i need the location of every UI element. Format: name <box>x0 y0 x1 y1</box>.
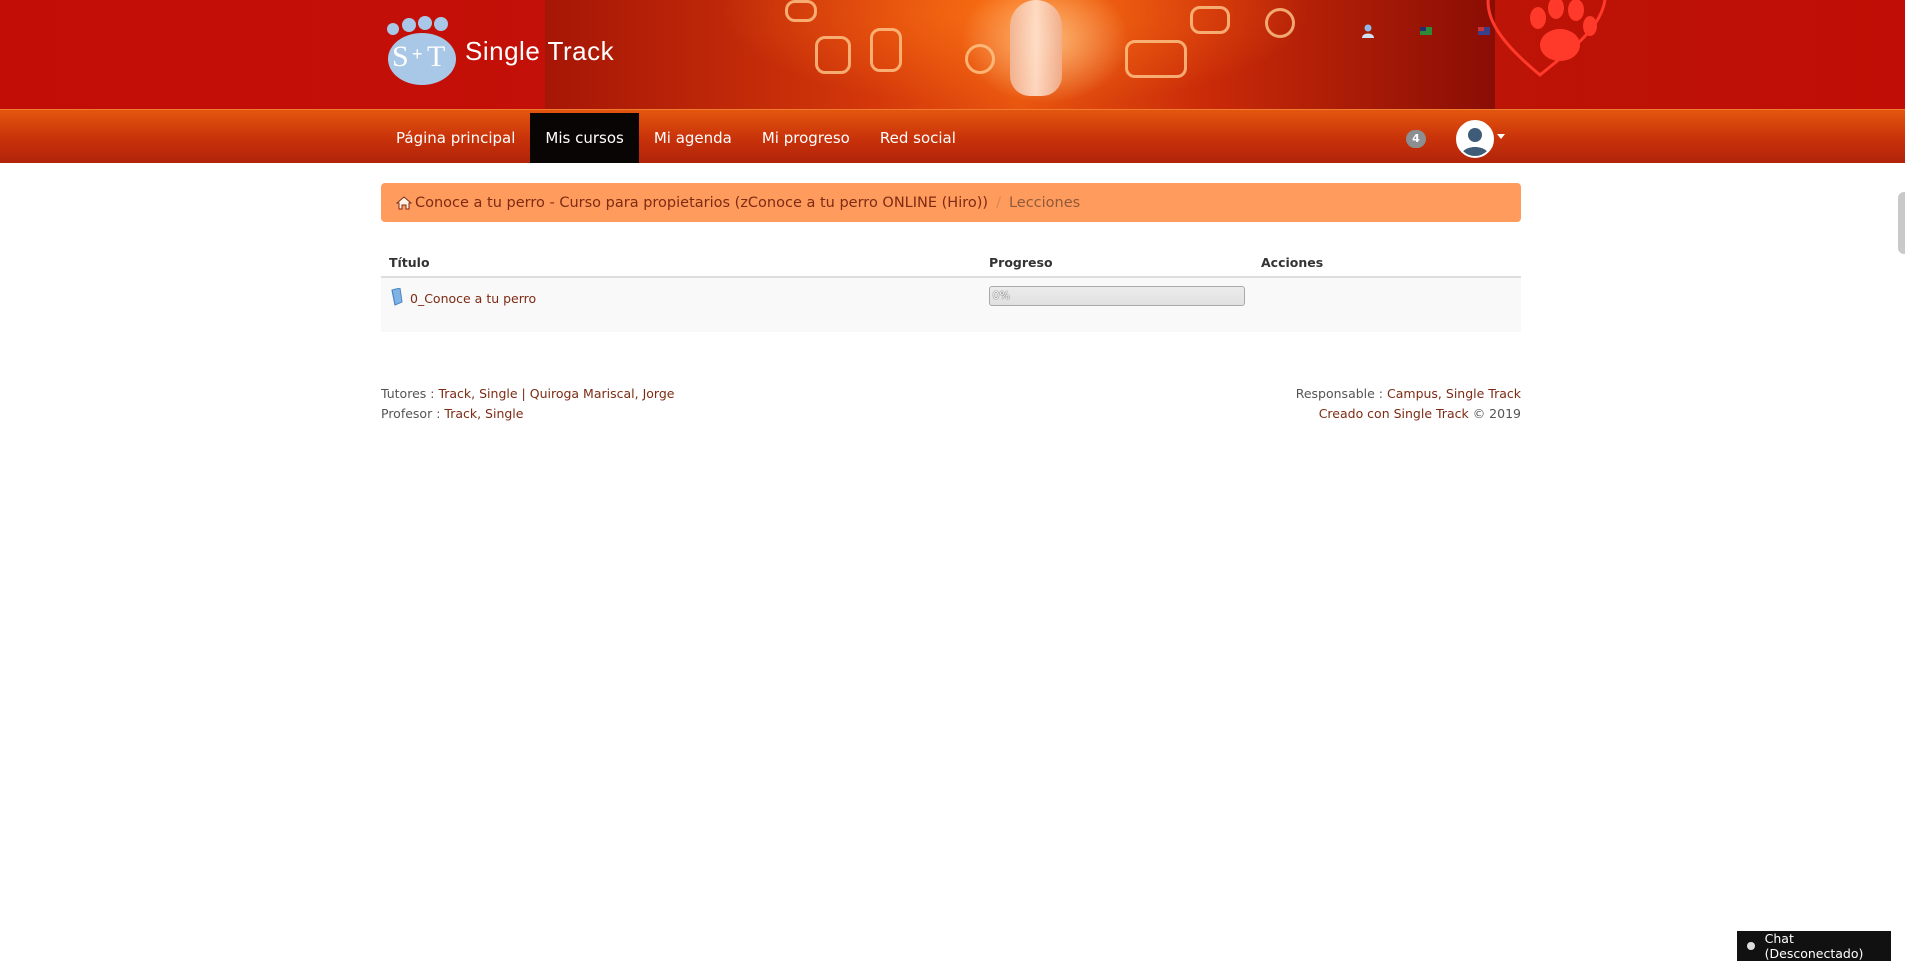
credits-line: Creado con Single Track © 2019 <box>1296 404 1521 424</box>
column-header-actions: Acciones <box>1261 254 1324 270</box>
table-header: Título Progreso Acciones <box>381 248 1521 278</box>
nav-item-agenda[interactable]: Mi agenda <box>639 113 747 163</box>
progress-bar: 0% <box>989 286 1246 306</box>
table-row: 0_Conoce a tu perro 0% <box>381 278 1521 332</box>
user-avatar[interactable] <box>1456 120 1494 158</box>
nav-item-my-courses[interactable]: Mis cursos <box>530 113 639 163</box>
status-dot-icon <box>1747 942 1755 950</box>
tutor-link[interactable]: Quiroga Mariscal, Jorge <box>530 386 675 401</box>
notification-badge[interactable]: 4 <box>1406 130 1426 148</box>
teacher-link[interactable]: Track, Single <box>444 406 523 421</box>
nav-item-home[interactable]: Página principal <box>381 113 530 163</box>
user-icon[interactable] <box>1360 24 1376 38</box>
chat-label: Chat (Desconectado) <box>1764 931 1864 961</box>
lessons-table: Título Progreso Acciones 0_Conoce a tu p… <box>381 248 1521 332</box>
nav-item-social[interactable]: Red social <box>865 113 971 163</box>
lesson-link[interactable]: 0_Conoce a tu perro <box>410 291 536 306</box>
credits-link[interactable]: Creado con Single Track <box>1319 406 1469 421</box>
header-icon-group <box>1360 24 1492 38</box>
flag-icon[interactable] <box>1418 24 1434 38</box>
tutors-label: Tutores : <box>381 386 435 401</box>
tutors-line: Tutores : Track, Single | Quiroga Marisc… <box>381 384 674 404</box>
lesson-icon <box>391 288 403 306</box>
svg-text:T: T <box>427 40 445 73</box>
column-header-progress: Progreso <box>989 254 1053 270</box>
main-navbar: Página principal Mis cursos Mi agenda Mi… <box>0 109 1905 163</box>
tutors-separator: | <box>521 386 526 401</box>
teacher-line: Profesor : Track, Single <box>381 404 674 424</box>
copyright-text: © 2019 <box>1472 406 1521 421</box>
finger-graphic <box>1010 0 1062 96</box>
responsible-label: Responsable : <box>1295 386 1384 401</box>
nav-item-progress[interactable]: Mi progreso <box>747 113 865 163</box>
breadcrumb-separator: / <box>996 194 1001 211</box>
svg-text:S: S <box>392 40 409 73</box>
column-header-title: Título <box>389 254 430 270</box>
paw-heart-icon <box>1486 0 1607 77</box>
footer-left: Tutores : Track, Single | Quiroga Marisc… <box>381 384 674 424</box>
breadcrumb: Conoce a tu perro - Curso para propietar… <box>381 183 1521 222</box>
chevron-down-icon[interactable] <box>1497 134 1505 139</box>
lesson-progress-cell: 0% <box>989 278 1261 332</box>
lesson-title-cell: 0_Conoce a tu perro <box>381 278 989 332</box>
breadcrumb-current: Lecciones <box>1008 194 1081 211</box>
side-scroll-tab[interactable] <box>1898 192 1905 254</box>
logo-icon: S + T <box>387 16 456 85</box>
flag-icon[interactable] <box>1476 24 1492 38</box>
svg-text:+: + <box>412 44 423 64</box>
breadcrumb-course-link[interactable]: Conoce a tu perro - Curso para propietar… <box>415 195 988 211</box>
avatar-icon <box>1458 122 1492 156</box>
chat-widget[interactable]: Chat (Desconectado) <box>1737 931 1891 961</box>
brand-name: Single Track <box>465 35 615 66</box>
site-logo[interactable]: S + T Single Track <box>385 16 614 86</box>
responsible-line: Responsable : Campus, Single Track <box>1296 384 1521 404</box>
teacher-label: Profesor : <box>381 406 441 421</box>
progress-text: 0% <box>992 289 1010 302</box>
responsible-link[interactable]: Campus, Single Track <box>1387 386 1521 401</box>
lesson-actions-cell <box>1261 278 1521 332</box>
header-banner: S + T Single Track <box>0 0 1905 109</box>
footer-right: Responsable : Campus, Single Track Cread… <box>1296 384 1521 424</box>
home-icon[interactable] <box>396 195 412 210</box>
tutor-link[interactable]: Track, Single <box>438 386 517 401</box>
nav-menu: Página principal Mis cursos Mi agenda Mi… <box>381 113 971 163</box>
